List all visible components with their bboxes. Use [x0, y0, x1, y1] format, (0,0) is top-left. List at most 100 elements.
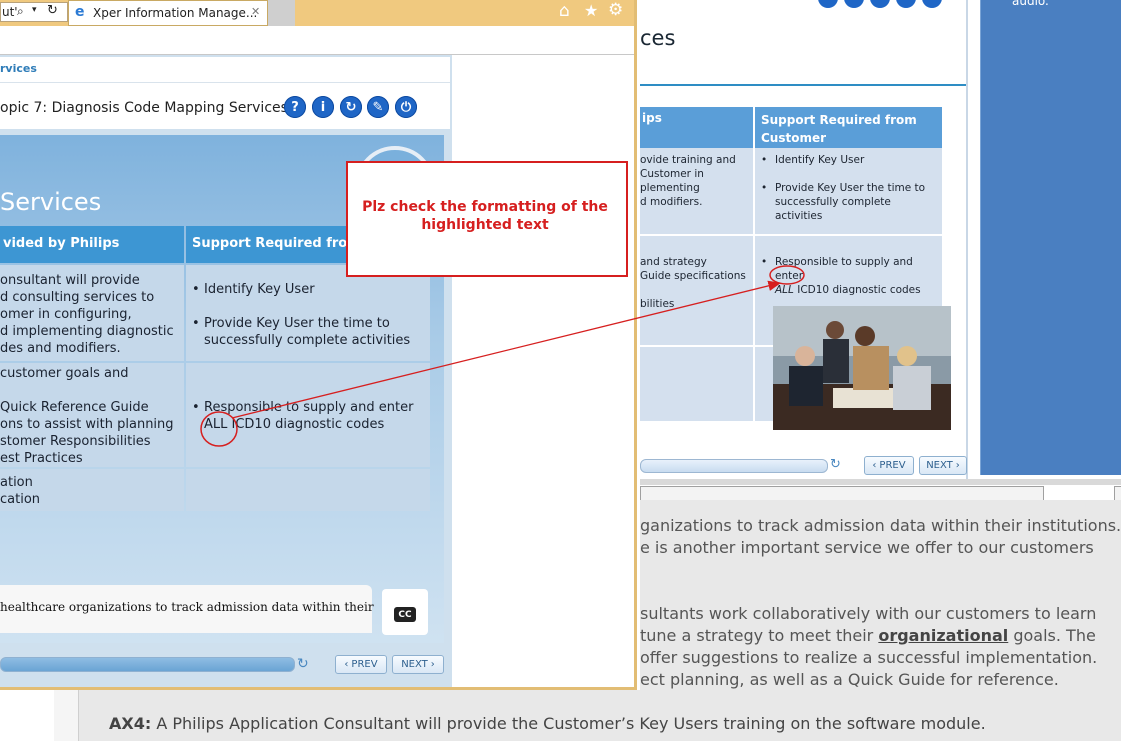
background-pane-divider: [640, 479, 1121, 485]
cc-icon: CC: [394, 607, 416, 622]
background-row-separator: [640, 234, 942, 236]
bullet-text: Responsible to supply and enter ALL ICD1…: [204, 400, 414, 432]
background-next-button[interactable]: NEXT ›: [919, 456, 967, 475]
script-text: goals. The: [1008, 626, 1096, 645]
background-notes-text: audio.: [1012, 0, 1049, 8]
header-text: vided by Philips: [3, 236, 120, 251]
replay-button[interactable]: ↻: [340, 96, 362, 118]
browser-toolbar: [0, 26, 634, 55]
favorites-star-icon[interactable]: ★: [584, 1, 598, 20]
info-icon: i: [320, 99, 326, 115]
course-progress-bar[interactable]: [0, 657, 295, 672]
ax4-line: AX4: A Philips Application Consultant wi…: [109, 714, 986, 733]
prev-label: PREV: [351, 659, 378, 670]
search-icon[interactable]: ⌕: [17, 4, 24, 19]
cell-line: plementing: [640, 182, 700, 194]
prev-label: PREV: [879, 460, 906, 471]
notes-button[interactable]: ✎: [367, 96, 389, 118]
header-divider: [0, 82, 450, 83]
cell-line: Guide specifications: [640, 270, 746, 282]
table-cell-r3c2: [186, 469, 430, 511]
cell-r2c2-text: • Responsible to supply and enter ALL ICD…: [192, 399, 424, 433]
background-table-column-separator: [753, 107, 755, 421]
cell-line: ons to assist with planning: [0, 417, 174, 432]
replay-slide-icon[interactable]: ↻: [297, 656, 315, 674]
next-button[interactable]: NEXT ›: [392, 655, 444, 674]
cell-line: onsultant will provide: [0, 273, 140, 288]
background-notes-panel: [980, 0, 1121, 475]
horizontal-scrollbar[interactable]: [640, 486, 1044, 501]
cell-line: cation: [0, 492, 41, 507]
left-page-thumbnail: [54, 690, 79, 741]
background-progress-bar[interactable]: [640, 459, 828, 473]
cell-r1c2-text: • Identify Key User • Provide Key User the…: [192, 281, 424, 349]
new-tab-button[interactable]: [268, 0, 295, 26]
cell-line: omer in configuring,: [0, 307, 132, 322]
background-cell-r1c2: • Identify Key User • Provide Key User the…: [761, 153, 937, 223]
ie-logo-icon: e: [75, 4, 85, 20]
bullet-text: Identify Key User: [204, 282, 315, 297]
help-button[interactable]: ?: [284, 96, 306, 118]
pen-icon: ✎: [372, 99, 384, 115]
script-line: ganizations to track admission data with…: [640, 516, 1121, 535]
script-line: offer suggestions to realize a successfu…: [640, 648, 1098, 667]
header-text: ips: [642, 111, 662, 125]
close-tab-icon[interactable]: ✕: [251, 5, 260, 18]
bullet-text: Identify Key User: [775, 154, 865, 166]
refresh-icon[interactable]: ↻: [47, 3, 58, 18]
header-text: Support Required from Customer: [761, 113, 917, 145]
cell-r1c1-text: onsultant will provide d consulting serv…: [0, 272, 174, 357]
power-icon: ⏻: [400, 99, 412, 115]
script-line: ect planning, as well as a Quick Guide f…: [640, 670, 1059, 689]
bullet-item: • Responsible to supply and enter: [761, 256, 913, 282]
business-meeting-photo: [773, 306, 951, 430]
bullet-text: Provide Key User the time to successfull…: [775, 182, 926, 222]
cell-line: ation: [0, 475, 33, 490]
background-cell-r2c2: • Responsible to supply and enter ALL ICD…: [761, 255, 941, 297]
next-label: NEXT: [401, 659, 428, 670]
background-slide-title: ces: [640, 26, 676, 50]
background-frame-divider: [966, 0, 968, 480]
breadcrumb: rvices: [0, 62, 37, 75]
cell-line: est Practices: [0, 451, 83, 466]
settings-gear-icon[interactable]: ⚙: [608, 0, 623, 20]
caption-text: healthcare organizations to track admiss…: [0, 600, 374, 614]
exit-button[interactable]: ⏻: [395, 96, 417, 118]
info-button[interactable]: i: [312, 96, 334, 118]
background-table-header-2: Support Required from Customer: [755, 107, 942, 148]
cell-line: [640, 283, 746, 297]
ax4-label: AX4:: [109, 714, 152, 733]
scrollbar-end-button[interactable]: [1114, 486, 1121, 501]
browser-tab[interactable]: e Xper Information Manage... ✕: [68, 0, 268, 26]
cell-line: Quick Reference Guide: [0, 400, 149, 415]
bullet-item: • Provide Key User the time to successful…: [761, 182, 926, 222]
home-icon[interactable]: ⌂: [559, 1, 570, 21]
bullet-item: • Provide Key User the time to successful…: [192, 316, 411, 348]
dropdown-icon[interactable]: ▾: [32, 5, 37, 15]
help-icon: ?: [291, 99, 299, 115]
address-text: ut': [2, 5, 18, 19]
prev-button[interactable]: ‹ PREV: [335, 655, 387, 674]
replay-icon: ↻: [345, 99, 357, 115]
cell-line: stomer Responsibilities: [0, 434, 151, 449]
cell-line: des and modifiers.: [0, 341, 121, 356]
cell-line: customer goals and: [0, 366, 129, 381]
cell-line: d implementing diagnostic: [0, 324, 174, 339]
background-prev-button[interactable]: ‹ PREV: [864, 456, 914, 475]
script-line: sultants work collaboratively with our c…: [640, 604, 1097, 623]
table-header-provided-by: vided by Philips: [0, 226, 184, 263]
background-replay-icon[interactable]: ↻: [830, 457, 848, 473]
next-label: NEXT: [926, 460, 953, 471]
cell-line: d modifiers.: [640, 196, 703, 208]
bullet-text: Responsible to supply and enter: [775, 256, 913, 282]
topic-title: opic 7: Diagnosis Code Mapping Services: [0, 100, 288, 116]
player-header: [0, 57, 450, 129]
script-line: tune a strategy to meet their organizati…: [640, 626, 1096, 645]
underlined-word: organizational: [878, 626, 1009, 645]
background-table-header-1: ips: [640, 107, 753, 148]
background-title-rule: [640, 84, 966, 86]
bullet-item: • Identify Key User: [761, 154, 865, 166]
cell-line: and strategy: [640, 256, 707, 268]
address-bar[interactable]: ut' ⌕ ▾ ↻: [0, 2, 68, 22]
bullet-item: • Identify Key User: [192, 282, 315, 297]
